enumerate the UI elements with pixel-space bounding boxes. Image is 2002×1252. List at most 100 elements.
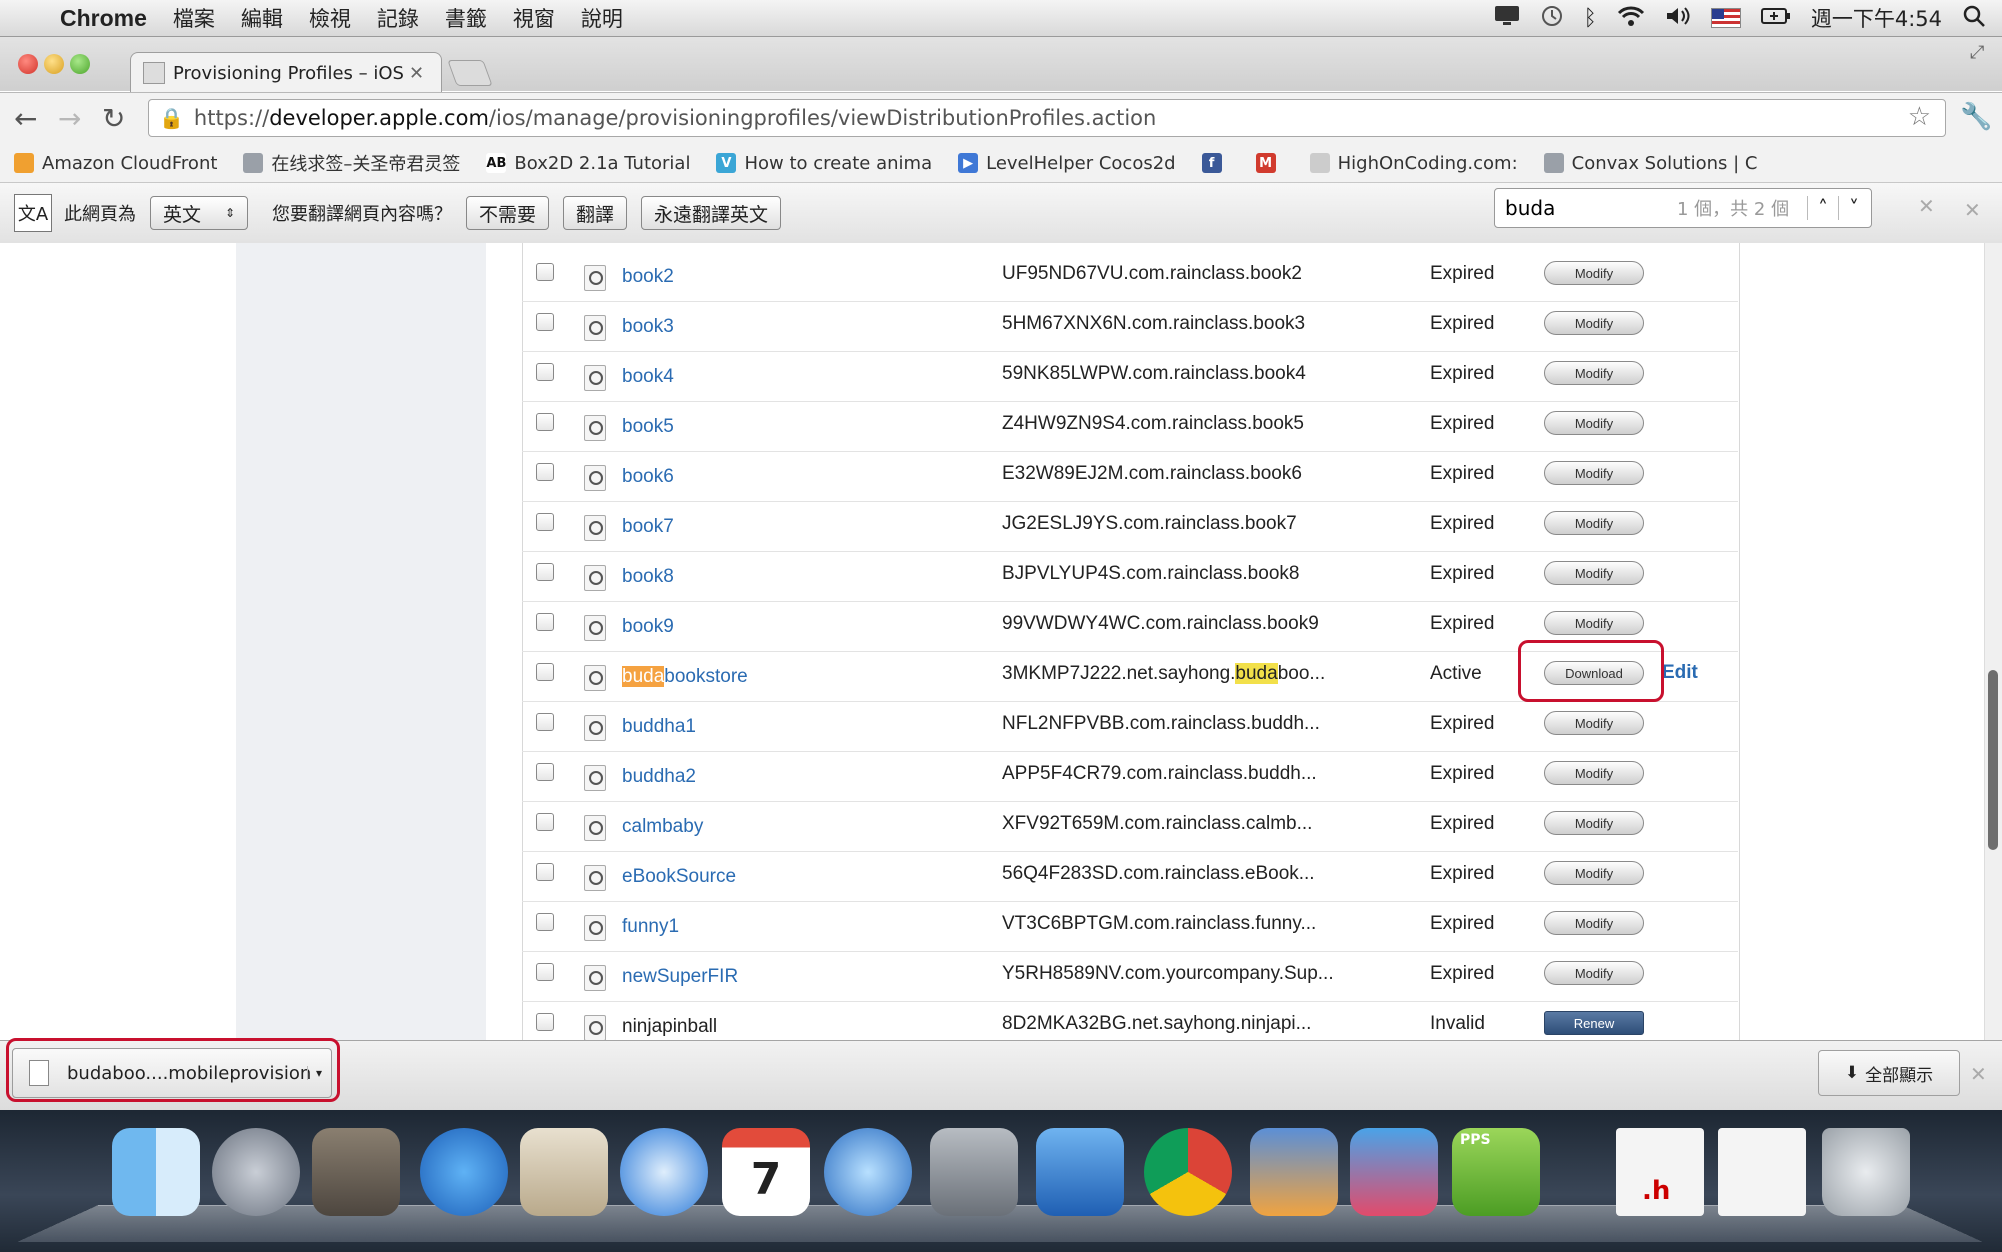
always-translate-button[interactable]: 永遠翻譯英文 xyxy=(641,196,782,230)
row-checkbox[interactable] xyxy=(536,613,554,631)
row-checkbox[interactable] xyxy=(536,413,554,431)
profile-name-link[interactable]: newSuperFIR xyxy=(622,966,738,988)
spotlight-search-icon[interactable] xyxy=(1962,4,1986,33)
profile-name-link[interactable]: book5 xyxy=(622,416,674,438)
modify-button[interactable]: Modify xyxy=(1544,611,1644,635)
modify-button[interactable]: Modify xyxy=(1544,561,1644,585)
bookmark-1[interactable]: 在线求签–关圣帝君灵签 xyxy=(243,150,460,176)
profile-name-link[interactable]: eBookSource xyxy=(622,866,736,888)
find-input[interactable] xyxy=(1503,195,1677,221)
tab-provisioning-profiles[interactable]: Provisioning Profiles – iOS Pr ✕ xyxy=(130,52,442,93)
profile-name-link[interactable]: book3 xyxy=(622,316,674,338)
find-prev-icon[interactable]: ˄ xyxy=(1807,196,1838,220)
modify-button[interactable]: Modify xyxy=(1544,411,1644,435)
document-icon[interactable] xyxy=(1718,1128,1806,1216)
app-store-icon[interactable] xyxy=(420,1128,508,1216)
renew-button[interactable]: Renew xyxy=(1544,1011,1644,1035)
lock-warning-icon[interactable]: 🔒 xyxy=(159,106,184,130)
profile-name-link[interactable]: book2 xyxy=(622,266,674,288)
shelf-close-icon[interactable]: ✕ xyxy=(1970,1062,1987,1086)
profile-name-link[interactable]: buddha1 xyxy=(622,716,696,738)
header-file-icon[interactable]: .h xyxy=(1616,1128,1704,1216)
row-checkbox[interactable] xyxy=(536,913,554,931)
pps-icon[interactable]: PPS xyxy=(1452,1128,1540,1216)
profile-name-link[interactable]: book6 xyxy=(622,466,674,488)
safari-icon[interactable] xyxy=(620,1128,708,1216)
profile-name-link[interactable]: buddha2 xyxy=(622,766,696,788)
profile-name-link[interactable]: book9 xyxy=(622,616,674,638)
row-checkbox[interactable] xyxy=(536,1013,554,1031)
mail-icon[interactable] xyxy=(520,1128,608,1216)
system-preferences-icon[interactable] xyxy=(930,1128,1018,1216)
profile-name-link[interactable]: book7 xyxy=(622,516,674,538)
find-next-icon[interactable]: ˅ xyxy=(1838,196,1869,220)
zoom-window-button[interactable] xyxy=(70,54,90,74)
profile-name-link[interactable]: book4 xyxy=(622,366,674,388)
profile-name-link[interactable]: calmbaby xyxy=(622,816,703,838)
reload-button[interactable]: ↻ xyxy=(102,102,125,135)
row-checkbox[interactable] xyxy=(536,763,554,781)
fullscreen-icon[interactable]: ⤢ xyxy=(1970,42,1984,63)
wifi-icon[interactable] xyxy=(1617,5,1645,32)
scrollbar[interactable] xyxy=(1984,243,2002,1040)
profile-name-link[interactable]: ninjapinball xyxy=(622,1016,717,1038)
menu-view[interactable]: 檢視 xyxy=(309,3,351,33)
modify-button[interactable]: Modify xyxy=(1544,811,1644,835)
bookmark-star-icon[interactable]: ☆ xyxy=(1908,102,1931,132)
row-checkbox[interactable] xyxy=(536,663,554,681)
modify-button[interactable]: Modify xyxy=(1544,261,1644,285)
row-checkbox[interactable] xyxy=(536,313,554,331)
profile-name-link[interactable]: book8 xyxy=(622,566,674,588)
battery-icon[interactable] xyxy=(1760,6,1791,31)
app-name-menu[interactable]: Chrome xyxy=(60,5,147,32)
address-bar[interactable]: 🔒 https:// developer.apple.com /ios/mana… xyxy=(148,99,1946,137)
row-checkbox[interactable] xyxy=(536,363,554,381)
row-checkbox[interactable] xyxy=(536,563,554,581)
modify-button[interactable]: Modify xyxy=(1544,911,1644,935)
bookmark-0[interactable]: Amazon CloudFront xyxy=(14,153,217,174)
back-button[interactable]: ← xyxy=(14,102,37,135)
modify-button[interactable]: Modify xyxy=(1544,311,1644,335)
tab-close-icon[interactable]: ✕ xyxy=(409,63,424,84)
clock[interactable]: 週一下午4:54 xyxy=(1811,3,1942,33)
menu-file[interactable]: 檔案 xyxy=(173,3,215,33)
bookmark-8[interactable]: Convax Solutions | C xyxy=(1543,153,1757,174)
bookmark-4[interactable]: ▶ LevelHelper Cocos2d xyxy=(958,153,1176,174)
finder-icon[interactable] xyxy=(112,1128,200,1216)
no-translate-button[interactable]: 不需要 xyxy=(466,196,550,230)
xcode-icon[interactable] xyxy=(1036,1128,1124,1216)
wrench-menu-icon[interactable]: 🔧 xyxy=(1960,102,1992,132)
find-close-icon[interactable]: ✕ xyxy=(1918,194,1935,218)
itunes-icon[interactable] xyxy=(824,1128,912,1216)
profile-name-link[interactable]: budabookstore xyxy=(622,666,748,688)
row-checkbox[interactable] xyxy=(536,463,554,481)
modify-button[interactable]: Modify xyxy=(1544,711,1644,735)
forward-button[interactable]: → xyxy=(58,102,81,135)
mission-control-icon[interactable] xyxy=(312,1128,400,1216)
source-language-select[interactable]: 英文 ⇕ xyxy=(150,196,248,230)
infobar-close-icon[interactable]: ✕ xyxy=(1964,198,1981,222)
scrollbar-thumb[interactable] xyxy=(1988,670,1998,850)
modify-button[interactable]: Modify xyxy=(1544,861,1644,885)
row-checkbox[interactable] xyxy=(536,963,554,981)
bookmark-7[interactable]: HighOnCoding.com: xyxy=(1309,153,1518,174)
menu-window[interactable]: 視窗 xyxy=(513,3,555,33)
row-checkbox[interactable] xyxy=(536,263,554,281)
chrome-icon[interactable] xyxy=(1144,1128,1232,1216)
calendar-icon[interactable]: 7 xyxy=(722,1128,810,1216)
bookmark-2[interactable]: AB Box2D 2.1a Tutorial xyxy=(486,153,690,174)
trash-icon[interactable] xyxy=(1822,1128,1910,1216)
profile-name-link[interactable]: funny1 xyxy=(622,916,679,938)
bookmark-3[interactable]: V How to create anima xyxy=(716,153,932,174)
menu-history[interactable]: 記錄 xyxy=(377,3,419,33)
volume-icon[interactable] xyxy=(1665,5,1691,32)
row-checkbox[interactable] xyxy=(536,813,554,831)
input-source-flag-icon[interactable] xyxy=(1710,8,1741,28)
edit-link[interactable]: Edit xyxy=(1662,662,1698,684)
menu-edit[interactable]: 編輯 xyxy=(241,3,283,33)
modify-button[interactable]: Modify xyxy=(1544,511,1644,535)
modify-button[interactable]: Modify xyxy=(1544,461,1644,485)
minimize-window-button[interactable] xyxy=(44,54,64,74)
bluetooth-icon[interactable]: ᛒ xyxy=(1584,6,1597,31)
app-tiger-icon[interactable] xyxy=(1250,1128,1338,1216)
